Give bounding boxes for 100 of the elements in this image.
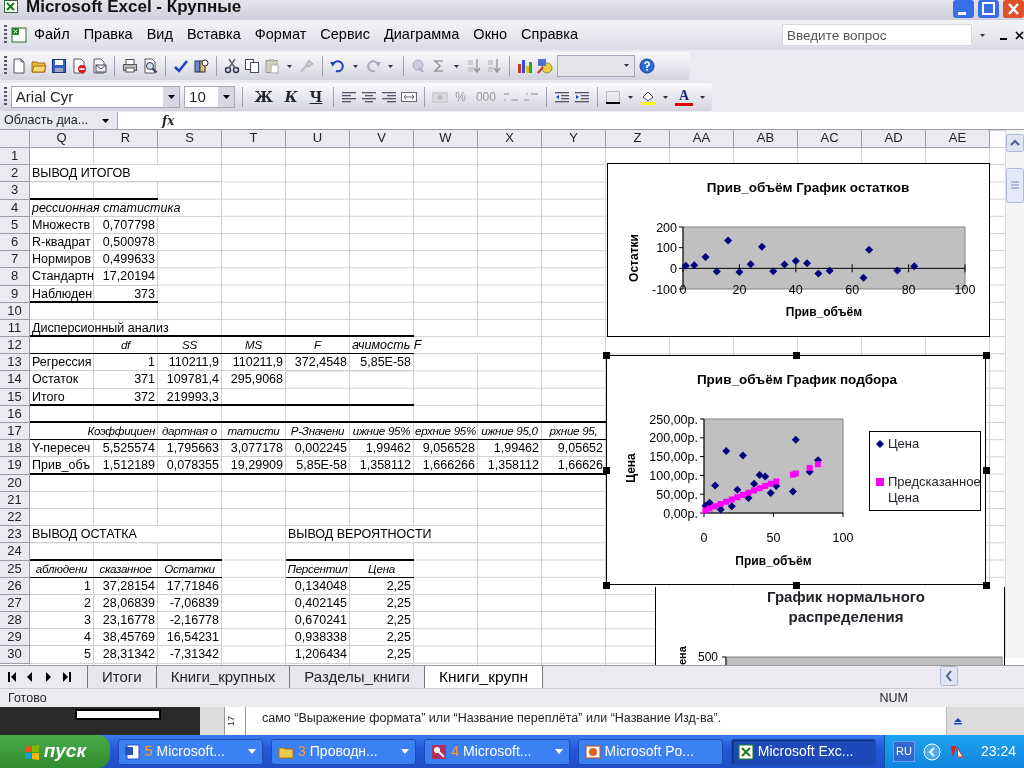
row-header[interactable]: 29 [0,629,30,647]
sheet-tab[interactable]: Разделы_книги [289,666,425,688]
start-button[interactable]: пуск [0,735,110,768]
column-header[interactable]: AE [926,130,990,148]
menu-item[interactable]: Диаграмма [376,24,467,46]
font-combo[interactable]: Arial Cyr [10,86,181,108]
toolbar-grip[interactable] [4,87,7,107]
row-header[interactable]: 24 [0,543,30,561]
menu-item[interactable]: Сервис [313,24,377,46]
row-header[interactable]: 3 [0,182,30,200]
toolbar-grip[interactable] [4,25,7,45]
row-header[interactable]: 13 [0,354,30,372]
resize-handle[interactable] [983,467,990,474]
row-header[interactable]: 23 [0,526,30,544]
close-icon[interactable] [1015,29,1024,41]
spelling-check-icon[interactable] [173,58,189,74]
chevron-icon[interactable] [922,742,941,761]
copy-icon[interactable] [244,58,260,74]
menu-item[interactable]: Правка [76,24,140,46]
column-header[interactable]: X [478,130,542,148]
caret-icon[interactable] [223,95,230,99]
align-right-icon[interactable] [381,90,398,104]
scroll-up-icon[interactable] [1006,133,1024,152]
font-size-combo[interactable]: 10 [184,86,236,108]
resize-handle[interactable] [793,582,800,589]
column-header[interactable]: Q [30,130,94,148]
caret-icon[interactable] [662,95,668,99]
language-indicator[interactable]: RU [893,741,915,762]
sheet-tab[interactable]: Итоги [87,666,157,688]
caret-icon[interactable] [102,118,109,123]
column-header[interactable]: R [94,130,158,148]
sort-ascending-icon[interactable] [466,58,482,74]
column-header[interactable]: AC [798,130,862,148]
spreadsheet-icon[interactable] [11,27,27,43]
row-header[interactable]: 17 [0,423,30,441]
caret-icon[interactable] [353,64,358,68]
row-header[interactable]: 1 [0,148,30,166]
tray-app-icon[interactable] [948,743,965,760]
column-header[interactable]: T [222,130,286,148]
menu-item[interactable]: Окно [466,24,515,46]
column-header[interactable]: Y [542,130,606,148]
increase-indent-icon[interactable] [573,90,590,104]
underline-button[interactable]: Ч [305,86,327,108]
row-header[interactable]: 2 [0,165,30,183]
column-header[interactable]: W [414,130,478,148]
column-header[interactable]: U [286,130,350,148]
help-icon[interactable] [639,58,655,74]
taskbar-button[interactable]: Microsoft Exc... [730,738,877,765]
column-header[interactable]: S [158,130,222,148]
column-header[interactable]: AD [862,130,926,148]
resize-handle[interactable] [603,582,610,589]
insert-function-button[interactable]: fx [118,111,185,130]
print-preview-icon[interactable] [142,58,158,74]
align-center-icon[interactable] [361,90,378,104]
fill-color-icon[interactable] [639,89,656,105]
caret-icon[interactable] [624,64,629,67]
caret-icon[interactable] [700,95,705,99]
email-icon[interactable] [91,58,107,74]
taskbar-button[interactable]: 4 Microsoft... [424,738,570,765]
save-icon[interactable] [51,58,67,74]
scrollbar-thumb[interactable] [1006,168,1024,203]
row-header[interactable]: 28 [0,612,30,630]
maximize-icon[interactable] [978,0,999,18]
caret-icon[interactable] [388,64,393,68]
taskbar-button[interactable]: 5 Microsoft... [117,738,263,765]
row-header[interactable]: 30 [0,646,30,664]
row-header[interactable]: 14 [0,371,30,389]
caret-icon[interactable] [627,95,633,99]
undo-icon[interactable] [330,58,346,74]
next-sheet-icon[interactable] [44,671,54,683]
menu-item[interactable]: Формат [247,24,314,46]
first-sheet-icon[interactable] [8,671,18,683]
column-header[interactable]: Z [606,130,670,148]
taskbar-button[interactable]: Microsoft Po... [577,738,723,765]
caret-icon[interactable] [980,33,985,37]
row-header[interactable]: 19 [0,457,30,475]
align-left-icon[interactable] [341,90,358,104]
borders-icon[interactable] [604,90,621,104]
drawing-icon[interactable] [537,58,553,74]
font-color-button[interactable]: A [674,88,693,106]
resize-handle[interactable] [793,352,800,359]
menu-item[interactable]: Вид [139,24,180,46]
resize-handle[interactable] [983,352,990,359]
name-box[interactable]: Область диа... [0,112,118,129]
resize-handle[interactable] [983,582,990,589]
decrease-indent-icon[interactable] [553,90,570,104]
menu-item[interactable]: Вставка [179,24,248,46]
row-header[interactable]: 7 [0,251,30,269]
sheet-tab[interactable]: Книги_крупных [155,666,291,688]
caret-icon[interactable] [167,95,175,99]
column-header[interactable]: AB [734,130,798,148]
caret-icon[interactable] [454,64,459,68]
resize-handle[interactable] [603,352,610,359]
permission-icon[interactable] [71,58,87,74]
column-header[interactable]: V [350,130,414,148]
cut-icon[interactable] [224,58,240,74]
merge-center-icon[interactable] [401,90,418,104]
new-document-icon[interactable] [11,58,27,74]
scroll-left-icon[interactable] [940,666,958,686]
italic-button[interactable]: К [280,86,302,108]
